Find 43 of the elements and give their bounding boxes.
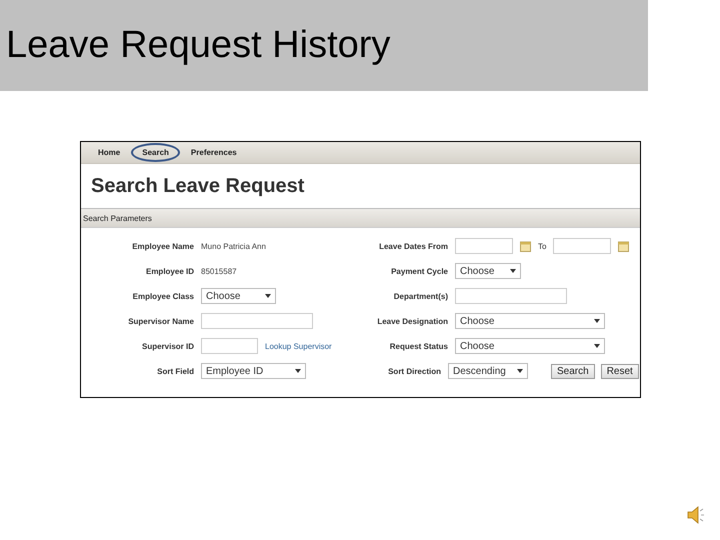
slide-title: Leave Request History	[6, 24, 390, 67]
field-label: Sort Direction	[387, 366, 441, 376]
nav-link[interactable]: Preferences	[180, 143, 248, 162]
field-label: Supervisor ID	[140, 342, 194, 350]
date-field[interactable]	[553, 238, 612, 254]
input-field[interactable]	[201, 338, 258, 354]
dropdown[interactable]: Choose	[455, 263, 521, 279]
dropdown[interactable]: Choose	[455, 338, 605, 354]
field-label: Leave Dates From	[378, 242, 448, 250]
caret-icon	[517, 369, 523, 373]
nav-link[interactable]: Search	[131, 143, 180, 162]
action-button[interactable]: Search	[551, 364, 595, 378]
input-field[interactable]	[201, 313, 313, 329]
dropdown[interactable]: Employee ID	[201, 363, 306, 379]
field-label: Sort Field	[156, 366, 194, 376]
dropdown[interactable]: Descending	[448, 363, 528, 379]
dropdown[interactable]: Choose	[455, 313, 605, 329]
caret-icon	[594, 319, 600, 323]
speaker-icon[interactable]	[686, 505, 706, 525]
section-header: Search Parameters	[81, 209, 640, 228]
field-label: Employee ID	[144, 266, 194, 276]
caret-icon	[265, 294, 271, 298]
field-label: Employee Name	[131, 242, 194, 250]
dropdown[interactable]: Choose	[201, 288, 276, 304]
field-label: Department(s)	[392, 292, 448, 300]
field-label: Supervisor Name	[127, 316, 194, 326]
field-label: Employee Class	[132, 292, 194, 300]
action-button[interactable]: Reset	[600, 364, 639, 378]
field-label: Request Status	[388, 342, 448, 350]
input-field[interactable]	[455, 288, 567, 304]
field-label: Leave Designation	[376, 316, 448, 326]
nav-link[interactable]: Home	[87, 143, 132, 162]
calendar-icon[interactable]	[520, 240, 531, 252]
caret-icon	[295, 369, 301, 373]
caret-icon	[510, 269, 516, 273]
calendar-icon[interactable]	[618, 240, 630, 252]
caret-icon	[594, 344, 600, 348]
field-label: Payment Cycle	[390, 266, 448, 276]
date-field[interactable]	[455, 238, 513, 254]
field-value: 85015587	[201, 266, 237, 276]
lookup-link[interactable]: Lookup Supervisor	[265, 342, 332, 350]
to-label: To	[538, 242, 546, 250]
field-value: Muno Patricia Ann	[201, 242, 266, 250]
